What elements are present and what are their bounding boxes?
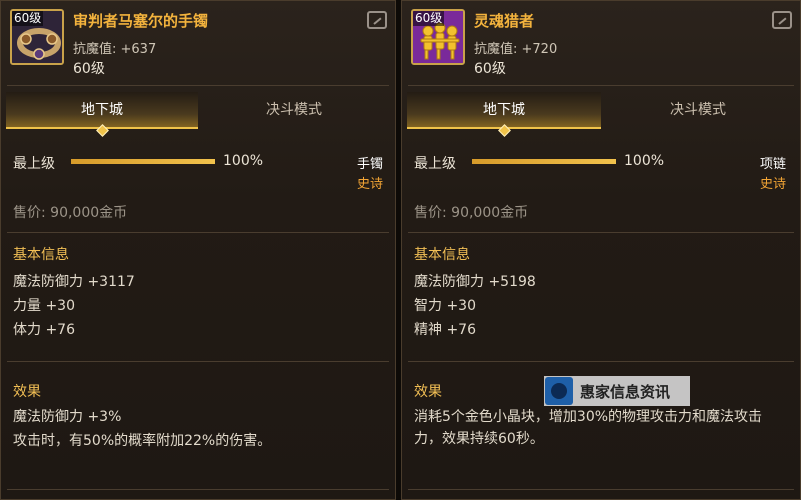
tab-label: 地下城 (483, 102, 525, 118)
divider (408, 85, 794, 86)
effect-title: 效果 (414, 384, 442, 400)
divider (408, 489, 794, 490)
mode-tabs: 地下城 决斗模式 (407, 92, 795, 137)
item-level: 60级 (73, 61, 105, 77)
item-tooltip-right: 60级 灵魂猎者 抗魔值: +720 60级 地下城 决斗模式 最上级 100%… (401, 0, 801, 500)
tab-pvp[interactable]: 决斗模式 (601, 92, 795, 129)
active-tab-marker-icon (96, 124, 109, 137)
tab-label: 地下城 (81, 102, 123, 118)
tab-dungeon[interactable]: 地下城 (6, 92, 198, 137)
attribute-line: 体力 +76 (13, 322, 75, 338)
mode-tabs: 地下城 决斗模式 (6, 92, 390, 137)
attribute-line: 魔法防御力 +3117 (13, 274, 135, 290)
share-icon[interactable] (367, 11, 387, 29)
sell-price: 售价: 90,000金币 (13, 205, 128, 221)
tab-label: 决斗模式 (266, 102, 322, 118)
grade-label: 最上级 (13, 156, 55, 172)
divider (7, 489, 389, 490)
grade-percent: 100% (223, 153, 264, 169)
attribute-line: 精神 +76 (414, 322, 476, 338)
effect-line: 消耗5个金色小晶块，增加30%的物理攻击力和魔法攻击力，效果持续60秒。 (414, 409, 763, 447)
necklace-item-icon[interactable]: 60级 (411, 9, 465, 65)
equipment-slot: 项链 (759, 157, 786, 172)
attribute-line: 力量 +30 (13, 298, 75, 314)
item-level: 60级 (474, 61, 506, 77)
anti-magic-stat: 抗魔值: +637 (73, 42, 157, 57)
grade-progress-fill (71, 159, 215, 164)
divider (7, 361, 389, 362)
active-tab-marker-icon (498, 124, 511, 137)
grade-label: 最上级 (414, 156, 456, 172)
watermark-text: 惠家信息资讯 (580, 382, 671, 401)
divider (7, 85, 389, 86)
anti-magic-stat: 抗魔值: +720 (474, 42, 558, 57)
equipment-slot: 手镯 (356, 157, 383, 172)
rarity-label: 史诗 (356, 177, 383, 192)
item-level-tag: 60级 (413, 11, 445, 26)
effect-title: 效果 (13, 384, 41, 400)
item-level-tag: 60级 (12, 11, 44, 26)
grade-progress-fill (472, 159, 616, 164)
rarity-label: 史诗 (759, 177, 786, 192)
grade-progress-bar (472, 159, 616, 164)
tab-pvp[interactable]: 决斗模式 (198, 92, 390, 129)
bracelet-item-icon[interactable]: 60级 (10, 9, 64, 65)
basic-info-title: 基本信息 (13, 247, 69, 263)
tab-dungeon[interactable]: 地下城 (407, 92, 601, 137)
attribute-line: 智力 +30 (414, 298, 476, 314)
share-icon[interactable] (772, 11, 792, 29)
basic-info-title: 基本信息 (414, 247, 470, 263)
divider (408, 361, 794, 362)
sell-price: 售价: 90,000金币 (414, 205, 529, 221)
watermark-badge: 惠家信息资讯 (544, 376, 690, 406)
item-name: 审判者马塞尔的手镯 (73, 12, 209, 30)
attribute-line: 魔法防御力 +5198 (414, 274, 536, 290)
tab-label: 决斗模式 (670, 102, 726, 118)
divider (7, 232, 389, 233)
item-tooltip-left: 60级 审判者马塞尔的手镯 抗魔值: +637 60级 地下城 决斗模式 最上级… (0, 0, 396, 500)
item-name: 灵魂猎者 (474, 12, 535, 30)
effect-line: 魔法防御力 +3% (13, 409, 122, 425)
effect-line: 攻击时，有50%的概率附加22%的伤害。 (13, 433, 272, 449)
watermark-logo-icon (545, 377, 573, 405)
grade-progress-bar (71, 159, 215, 164)
grade-percent: 100% (624, 153, 665, 169)
divider (408, 232, 794, 233)
